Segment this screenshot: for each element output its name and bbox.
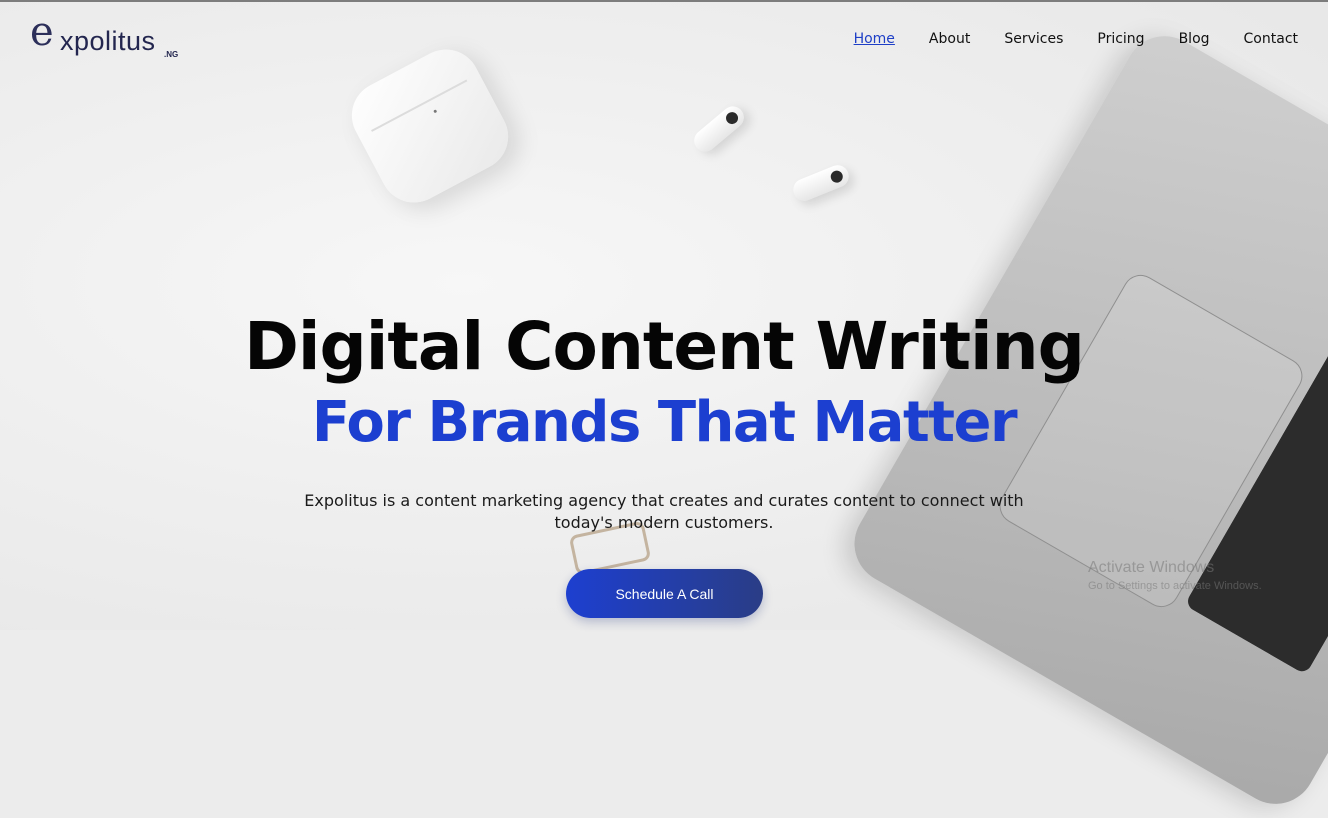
nav-item-about[interactable]: About xyxy=(929,30,970,48)
logo-wordmark: xpolitus xyxy=(60,26,156,56)
window-top-border xyxy=(0,0,1328,2)
nav-item-pricing[interactable]: Pricing xyxy=(1097,30,1144,48)
watermark-subtitle: Go to Settings to activate Windows. xyxy=(1088,580,1262,592)
site-logo[interactable]: e xpolitus .NG xyxy=(30,9,190,60)
hero-subtitle: For Brands That Matter xyxy=(311,390,1018,455)
nav-item-contact[interactable]: Contact xyxy=(1244,30,1298,48)
logo-tld: .NG xyxy=(164,50,179,59)
watermark-title: Activate Windows xyxy=(1088,559,1215,576)
main-nav: Home About Services Pricing Blog Contact xyxy=(854,30,1298,48)
logo-initial: e xyxy=(30,9,54,55)
case-indicator-dot xyxy=(433,109,438,114)
nav-item-blog[interactable]: Blog xyxy=(1179,30,1210,48)
schedule-call-button[interactable]: Schedule A Call xyxy=(566,569,763,618)
nav-item-services[interactable]: Services xyxy=(1004,30,1063,48)
activate-windows-watermark: Activate Windows Go to Settings to activ… xyxy=(1088,558,1262,594)
case-lid-line xyxy=(371,79,468,132)
hero-description: Expolitus is a content marketing agency … xyxy=(304,491,1024,532)
nav-item-home[interactable]: Home xyxy=(854,30,895,48)
hero-title: Digital Content Writing xyxy=(244,308,1085,385)
